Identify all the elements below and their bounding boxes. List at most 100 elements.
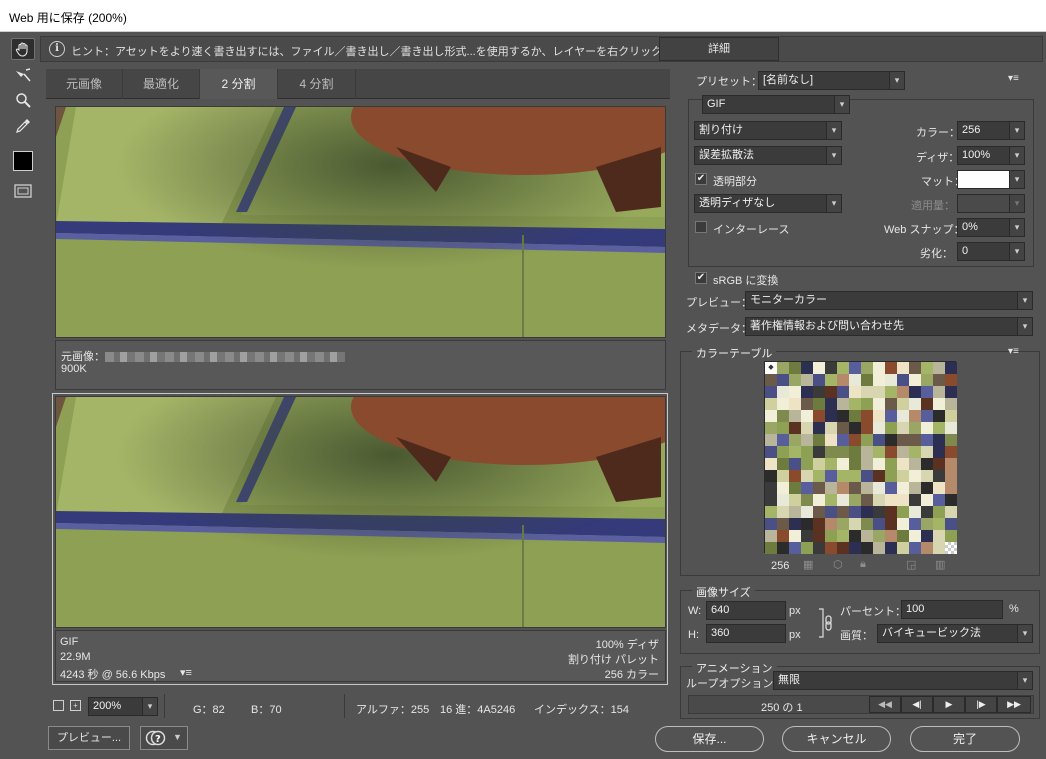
palette-swatch[interactable] bbox=[909, 482, 921, 494]
palette-swatch[interactable] bbox=[885, 518, 897, 530]
palette-swatch[interactable] bbox=[849, 422, 861, 434]
palette-swatch[interactable] bbox=[885, 482, 897, 494]
palette-swatch[interactable] bbox=[861, 362, 873, 374]
palette-swatch[interactable] bbox=[849, 494, 861, 506]
palette-swatch[interactable] bbox=[825, 374, 837, 386]
palette-swatch[interactable] bbox=[933, 458, 945, 470]
palette-swatch[interactable] bbox=[789, 494, 801, 506]
palette-swatch[interactable] bbox=[813, 530, 825, 542]
palette-swatch[interactable] bbox=[777, 398, 789, 410]
palette-swatch[interactable] bbox=[813, 518, 825, 530]
palette-swatch[interactable] bbox=[801, 494, 813, 506]
palette-swatch[interactable] bbox=[873, 362, 885, 374]
palette-swatch[interactable] bbox=[813, 458, 825, 470]
preview-select[interactable]: モニターカラー ▾ bbox=[745, 291, 1033, 310]
palette-swatch[interactable] bbox=[789, 386, 801, 398]
palette-swatch[interactable] bbox=[789, 470, 801, 482]
palette-swatch[interactable] bbox=[861, 434, 873, 446]
palette-swatch[interactable] bbox=[825, 422, 837, 434]
palette-swatch[interactable] bbox=[909, 494, 921, 506]
palette-swatch[interactable] bbox=[765, 482, 777, 494]
srgb-checkbox[interactable]: ✔ bbox=[695, 272, 707, 284]
palette-swatch[interactable] bbox=[813, 482, 825, 494]
palette-swatch[interactable] bbox=[933, 410, 945, 422]
lock-icon[interactable]: 🔒︎ bbox=[860, 558, 866, 571]
palette-swatch[interactable] bbox=[921, 458, 933, 470]
palette-swatch[interactable] bbox=[921, 530, 933, 542]
palette-swatch[interactable] bbox=[909, 374, 921, 386]
palette-swatch[interactable] bbox=[909, 458, 921, 470]
palette-swatch[interactable] bbox=[789, 398, 801, 410]
save-button[interactable]: 保存... bbox=[655, 726, 764, 752]
next-frame-icon[interactable]: |▶ bbox=[965, 696, 997, 713]
palette-swatch[interactable] bbox=[849, 506, 861, 518]
zoom-tool-icon[interactable] bbox=[11, 89, 35, 111]
palette-swatch[interactable] bbox=[849, 434, 861, 446]
palette-swatch[interactable] bbox=[777, 518, 789, 530]
format-select[interactable]: GIF ▾ bbox=[702, 95, 850, 114]
palette-swatch[interactable] bbox=[825, 434, 837, 446]
palette-swatch[interactable] bbox=[873, 506, 885, 518]
palette-swatch[interactable] bbox=[861, 494, 873, 506]
hand-tool-icon[interactable] bbox=[11, 38, 35, 60]
color-reduction-select[interactable]: 割り付け ▾ bbox=[694, 121, 842, 140]
palette-swatch[interactable] bbox=[909, 470, 921, 482]
palette-swatch[interactable] bbox=[801, 422, 813, 434]
palette-swatch[interactable] bbox=[873, 518, 885, 530]
palette-swatch[interactable] bbox=[801, 506, 813, 518]
palette-swatch[interactable] bbox=[921, 362, 933, 374]
palette-swatch[interactable] bbox=[837, 434, 849, 446]
palette-swatch[interactable] bbox=[945, 398, 957, 410]
palette-swatch[interactable] bbox=[945, 458, 957, 470]
palette-swatch[interactable] bbox=[897, 374, 909, 386]
palette-swatch[interactable] bbox=[945, 374, 957, 386]
palette-swatch[interactable] bbox=[765, 422, 777, 434]
palette-swatch[interactable] bbox=[885, 458, 897, 470]
palette-swatch[interactable] bbox=[765, 446, 777, 458]
palette-swatch[interactable] bbox=[933, 362, 945, 374]
palette-swatch[interactable] bbox=[837, 530, 849, 542]
palette-swatch[interactable] bbox=[933, 374, 945, 386]
palette-swatch[interactable] bbox=[873, 494, 885, 506]
palette-swatch[interactable] bbox=[945, 386, 957, 398]
palette-swatch[interactable] bbox=[861, 410, 873, 422]
zoom-in-icon[interactable]: + bbox=[70, 700, 81, 711]
palette-swatch[interactable] bbox=[921, 506, 933, 518]
eyedropper-color-swatch[interactable] bbox=[11, 150, 35, 172]
palette-swatch[interactable] bbox=[789, 530, 801, 542]
palette-swatch[interactable] bbox=[801, 410, 813, 422]
palette-swatch[interactable] bbox=[921, 422, 933, 434]
details-button[interactable]: 詳細 bbox=[659, 37, 779, 61]
palette-swatch[interactable] bbox=[897, 542, 909, 554]
palette-swatch[interactable] bbox=[765, 494, 777, 506]
palette-swatch[interactable] bbox=[789, 506, 801, 518]
metadata-select[interactable]: 著作権情報および問い合わせ先 ▾ bbox=[745, 317, 1033, 336]
palette-swatch[interactable] bbox=[813, 506, 825, 518]
palette-swatch[interactable] bbox=[897, 446, 909, 458]
palette-swatch[interactable] bbox=[933, 470, 945, 482]
palette-swatch[interactable] bbox=[885, 506, 897, 518]
palette-swatch[interactable] bbox=[825, 398, 837, 410]
tab-original[interactable]: 元画像 bbox=[46, 69, 123, 99]
palette-swatch[interactable] bbox=[837, 542, 849, 554]
palette-swatch[interactable] bbox=[933, 518, 945, 530]
palette-swatch[interactable] bbox=[777, 374, 789, 386]
palette-swatch[interactable] bbox=[897, 434, 909, 446]
palette-swatch[interactable] bbox=[789, 542, 801, 554]
palette-swatch[interactable] bbox=[801, 470, 813, 482]
palette-swatch[interactable] bbox=[933, 386, 945, 398]
palette-swatch[interactable] bbox=[813, 410, 825, 422]
palette-swatch[interactable] bbox=[801, 518, 813, 530]
palette-swatch[interactable] bbox=[837, 470, 849, 482]
palette-swatch[interactable] bbox=[801, 542, 813, 554]
palette-swatch[interactable] bbox=[885, 362, 897, 374]
palette-swatch[interactable] bbox=[921, 374, 933, 386]
palette-swatch[interactable] bbox=[909, 530, 921, 542]
palette-swatch[interactable] bbox=[801, 362, 813, 374]
palette-swatch[interactable] bbox=[861, 446, 873, 458]
done-button[interactable]: 完了 bbox=[910, 726, 1020, 752]
palette-swatch[interactable] bbox=[777, 506, 789, 518]
palette-swatch[interactable] bbox=[837, 482, 849, 494]
palette-swatch[interactable] bbox=[873, 542, 885, 554]
palette-swatch[interactable] bbox=[885, 374, 897, 386]
